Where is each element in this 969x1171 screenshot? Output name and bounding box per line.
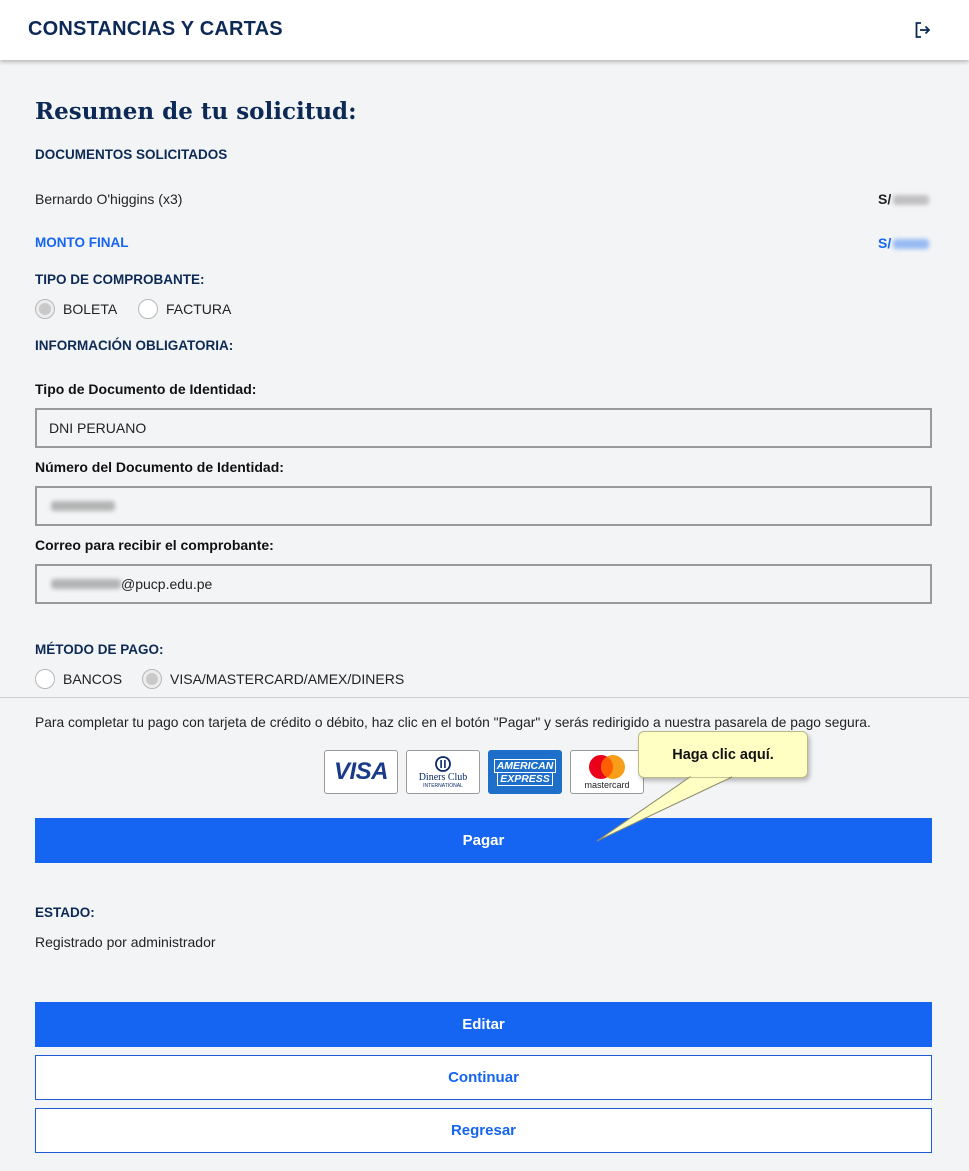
status-label: ESTADO: bbox=[35, 905, 95, 920]
document-item: Bernardo O'higgins (x3) bbox=[35, 191, 183, 207]
edit-button[interactable]: Editar bbox=[35, 1002, 932, 1047]
diners-logo: Diners Club INTERNATIONAL bbox=[406, 750, 480, 794]
amex-line2: EXPRESS bbox=[497, 771, 553, 786]
currency-symbol: S/ bbox=[878, 235, 892, 251]
radio-cards-label: VISA/MASTERCARD/AMEX/DINERS bbox=[170, 671, 405, 687]
email-label: Correo para recibir el comprobante: bbox=[35, 537, 274, 553]
payment-instruction: Para completar tu pago con tarjeta de cr… bbox=[35, 715, 871, 730]
document-amount: S/ bbox=[878, 191, 930, 207]
email-field[interactable]: @pucp.edu.pe bbox=[35, 564, 932, 604]
id-number-field[interactable] bbox=[35, 486, 932, 526]
id-type-label: Tipo de Documento de Identidad: bbox=[35, 381, 257, 397]
divider bbox=[0, 697, 969, 698]
radio-factura-label: FACTURA bbox=[166, 301, 232, 317]
top-bar: CONSTANCIAS Y CARTAS bbox=[0, 0, 969, 60]
logout-icon[interactable] bbox=[914, 21, 932, 39]
page-title: Resumen de tu solicitud: bbox=[35, 98, 357, 125]
amex-line1: AMERICAN bbox=[493, 758, 557, 773]
status-value: Registrado por administrador bbox=[35, 934, 216, 950]
redacted-amount bbox=[893, 195, 930, 206]
app-title: CONSTANCIAS Y CARTAS bbox=[28, 18, 283, 40]
receipt-type-heading: TIPO DE COMPROBANTE: bbox=[35, 272, 205, 287]
email-domain: @pucp.edu.pe bbox=[121, 576, 213, 592]
id-type-field[interactable]: DNI PERUANO bbox=[35, 408, 932, 448]
redacted-email-user bbox=[51, 579, 121, 589]
mastercard-icon bbox=[589, 755, 625, 779]
documents-heading: DOCUMENTOS SOLICITADOS bbox=[35, 147, 228, 162]
radio-bancos-label: BANCOS bbox=[63, 671, 123, 687]
radio-boleta-label: BOLETA bbox=[63, 301, 118, 317]
id-number-label: Número del Documento de Identidad: bbox=[35, 459, 284, 475]
radio-factura[interactable] bbox=[138, 299, 158, 319]
redacted-amount bbox=[893, 239, 930, 250]
diners-icon bbox=[435, 755, 451, 772]
mastercard-logo: mastercard bbox=[570, 750, 644, 794]
back-button[interactable]: Regresar bbox=[35, 1108, 932, 1153]
payment-method-heading: MÉTODO DE PAGO: bbox=[35, 642, 164, 657]
redacted-id-number bbox=[51, 501, 115, 511]
mandatory-info-heading: INFORMACIÓN OBLIGATORIA: bbox=[35, 338, 234, 353]
pay-button[interactable]: Pagar bbox=[35, 818, 932, 863]
amex-logo: AMERICAN EXPRESS bbox=[488, 750, 562, 794]
tooltip-callout: Haga clic aquí. bbox=[638, 731, 808, 778]
final-amount-label: MONTO FINAL bbox=[35, 235, 129, 250]
continue-button[interactable]: Continuar bbox=[35, 1055, 932, 1100]
tooltip-text: Haga clic aquí. bbox=[672, 746, 774, 763]
currency-symbol: S/ bbox=[878, 191, 892, 207]
radio-boleta[interactable] bbox=[35, 299, 55, 319]
mastercard-text: mastercard bbox=[584, 780, 630, 790]
final-amount: S/ bbox=[878, 235, 930, 251]
diners-line1: Diners Club bbox=[418, 771, 468, 783]
visa-text: VISA bbox=[333, 758, 389, 785]
id-type-value: DNI PERUANO bbox=[49, 420, 147, 436]
diners-line2: INTERNATIONAL bbox=[423, 782, 463, 789]
radio-cards[interactable] bbox=[142, 669, 162, 689]
radio-bancos[interactable] bbox=[35, 669, 55, 689]
visa-logo: VISA bbox=[324, 750, 398, 794]
